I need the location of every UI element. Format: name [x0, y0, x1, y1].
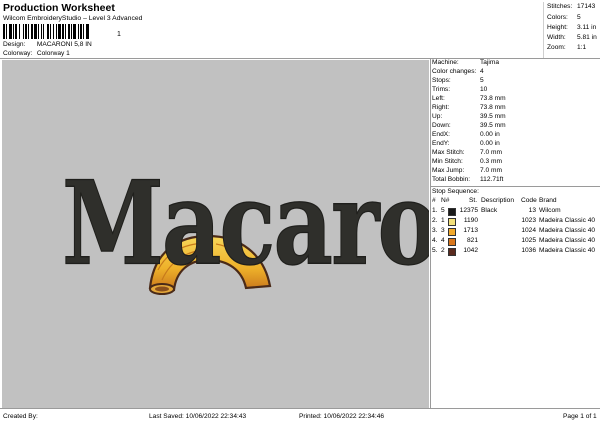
stat-width: Width: 5.81 in [547, 34, 597, 41]
design-label: Design: [3, 41, 26, 48]
spec-total-bobbin: Total Bobbin: 112.71ft [432, 176, 504, 183]
thread-brand: Madeira Classic 40 [539, 217, 596, 224]
colorway-row: Colorway: Colorway 1 [3, 50, 70, 57]
stop-num: 2. [432, 217, 438, 224]
spec-endx: EndX: 0.00 in [432, 131, 500, 138]
needle-number: 3 [441, 227, 445, 234]
stop-num: 1. [432, 207, 438, 214]
stitch-count: 1713 [463, 227, 478, 234]
stop-sequence-row: 2. 1 1190 1023 Madeira Classic 40 [432, 217, 600, 226]
stop-num: 4. [432, 237, 438, 244]
stop-num: 5. [432, 247, 438, 254]
spec-min-stitch: Min Stitch: 0.3 mm [432, 158, 502, 165]
thread-brand: Madeira Classic 40 [539, 247, 596, 254]
footer-last-saved: Last Saved: 10/06/2022 22:34:43 [149, 413, 247, 420]
design-preview: Macaroni [2, 60, 537, 408]
thread-color-swatch [448, 208, 456, 216]
design-value: MACARONI 5,8 IN [36, 41, 92, 48]
barcode [3, 24, 89, 39]
barcode-digit: 1 [117, 31, 121, 38]
thread-code: 1024 [521, 227, 536, 234]
header-divider [0, 58, 600, 59]
thread-color-swatch [448, 228, 456, 236]
thread-brand: Madeira Classic 40 [539, 237, 596, 244]
software-subtitle: Wilcom EmbroideryStudio – Level 3 Advanc… [3, 15, 143, 22]
stop-sequence-row: 3. 3 1713 1024 Madeira Classic 40 [432, 227, 600, 236]
macaroni-embroidery: Macaroni [61, 155, 537, 295]
spec-down: Down: 39.5 mm [432, 122, 506, 129]
page-title: Production Worksheet [3, 2, 115, 14]
summary-stats: Stitches: 17143 Colors: 5 Height: 3.11 in W… [543, 2, 600, 58]
spec-endy: EndY: 0.00 in [432, 140, 500, 147]
spec-trims: Trims: 10 [432, 86, 488, 93]
stitch-count: 821 [466, 237, 478, 244]
stop-sequence-title: Stop Sequence: [432, 188, 479, 195]
stat-height: Height: 3.11 in [547, 24, 597, 31]
footer: Created By: Last Saved: 10/06/2022 22:34… [0, 408, 600, 425]
spec-machine: Machine: Tajima [432, 59, 500, 66]
stop-sequence-header: # N# St. Description Code Brand [432, 197, 557, 204]
needle-number: 4 [441, 237, 445, 244]
thread-brand: Madeira Classic 40 [539, 227, 596, 234]
spec-max-jump: Max Jump: 7.0 mm [432, 167, 502, 174]
stop-sequence-row: 1. 5 12375 Black 13 Wilcom [432, 207, 600, 216]
thread-description: Black [481, 207, 498, 214]
needle-number: 1 [441, 217, 445, 224]
thread-color-swatch [448, 218, 456, 226]
spec-max-stitch: Max Stitch: 7.0 mm [432, 149, 502, 156]
thread-code: 1036 [521, 247, 536, 254]
needle-number: 5 [441, 207, 445, 214]
spec-left: Left: 73.8 mm [432, 95, 506, 102]
stat-zoom: Zoom: 1:1 [547, 44, 587, 51]
thread-code: 13 [528, 207, 536, 214]
panel-divider [430, 58, 431, 408]
spec-color-changes: Color changes: 4 [432, 68, 484, 75]
stops-divider [431, 186, 600, 187]
thread-code: 1025 [521, 237, 536, 244]
footer-printed: Printed: 10/06/2022 22:34:46 [299, 413, 385, 420]
thread-color-swatch [448, 248, 456, 256]
spec-right: Right: 73.8 mm [432, 104, 506, 111]
stop-sequence-row: 4. 4 821 1025 Madeira Classic 40 [432, 237, 600, 246]
stitch-count: 12375 [459, 207, 478, 214]
stat-stitches: Stitches: 17143 [547, 3, 596, 10]
stop-num: 3. [432, 227, 438, 234]
design-lettering: Macaroni [62, 156, 429, 292]
stitch-count: 1042 [463, 247, 478, 254]
footer-page: Page 1 of 1 [563, 413, 597, 420]
footer-created-by: Created By: [3, 413, 38, 420]
stitch-count: 1190 [463, 217, 478, 224]
spec-stops: Stops: 5 [432, 77, 484, 84]
thread-code: 1023 [521, 217, 536, 224]
spec-up: Up: 39.5 mm [432, 113, 506, 120]
thread-color-swatch [448, 238, 456, 246]
design-row: Design: MACARONI 5,8 IN [3, 41, 92, 48]
colorway-value: Colorway 1 [36, 50, 70, 57]
stop-sequence-row: 5. 2 1042 1036 Madeira Classic 40 [432, 247, 600, 256]
colorway-label: Colorway: [3, 50, 33, 57]
stat-colors: Colors: 5 [547, 14, 581, 21]
needle-number: 2 [441, 247, 445, 254]
thread-brand: Wilcom [539, 207, 561, 214]
